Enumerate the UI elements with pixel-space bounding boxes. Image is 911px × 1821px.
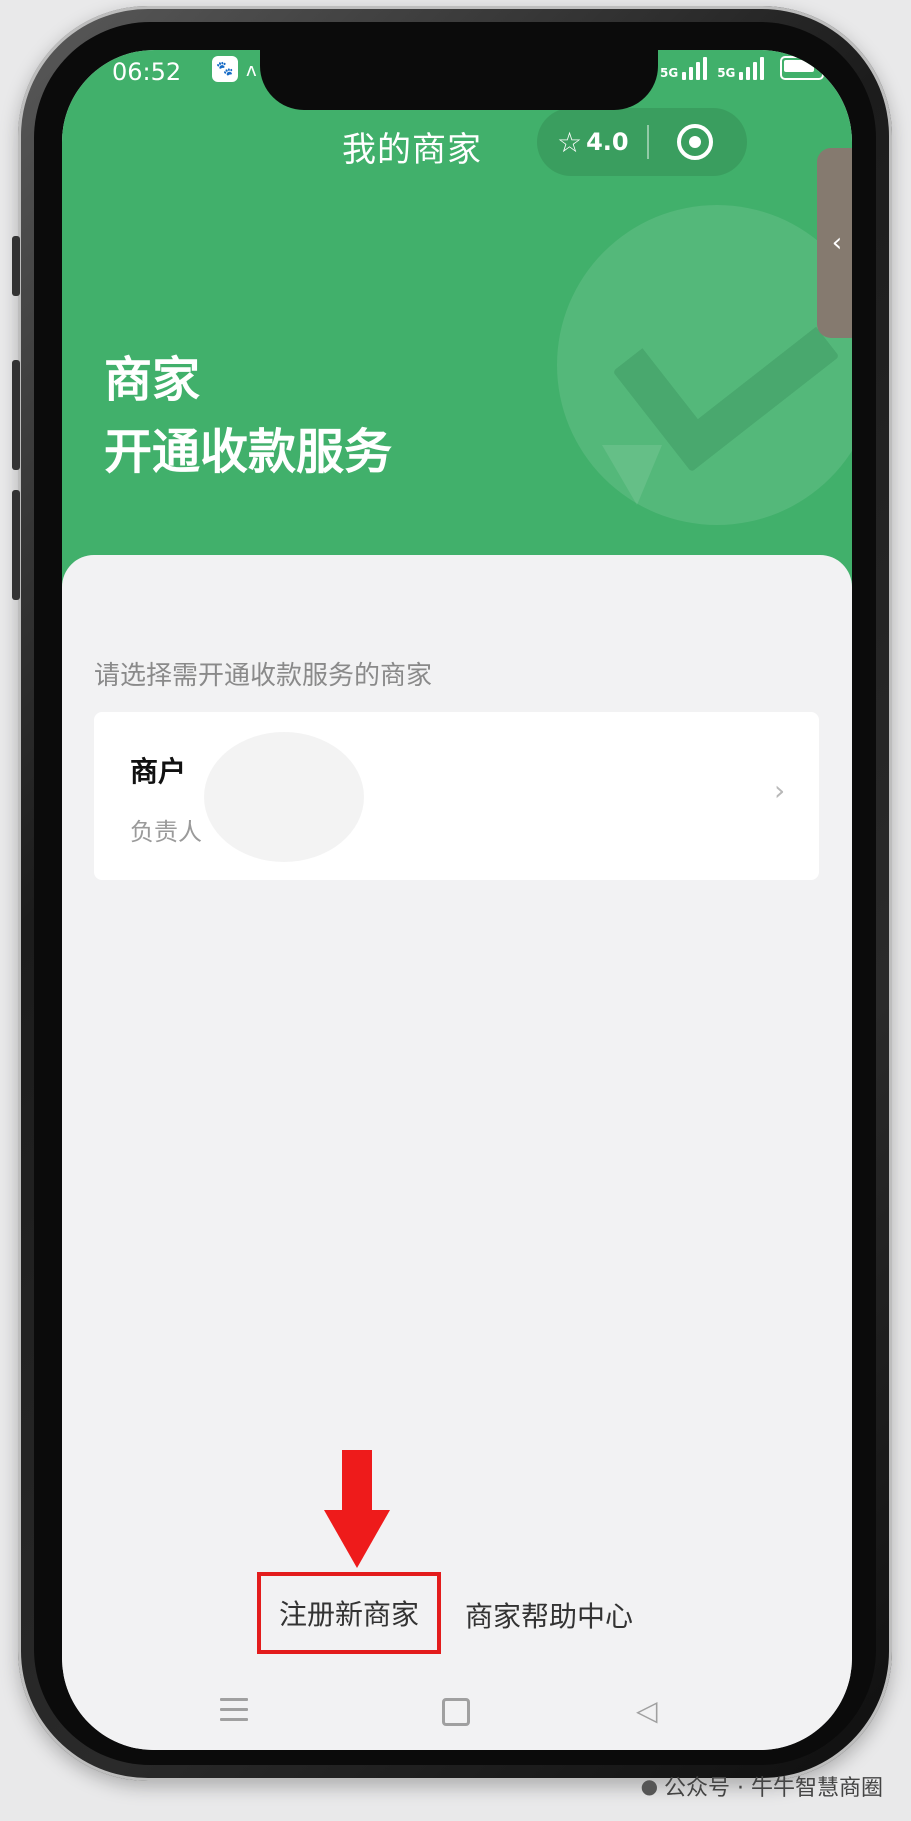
merchant-help-center-link[interactable]: 商家帮助中心 [465,1595,633,1635]
phone-screen: 06:52 🐾 ᴧ 5G 5G 我的商家 ☆ 4.0 ‹ 商家 开通收款服务 请… [62,50,852,1750]
merchant-name: 商户 [130,755,187,788]
network-label: 5G [660,66,679,80]
signal-icon [682,56,708,80]
merchant-select-hint: 请选择需开通收款服务的商家 [94,661,433,691]
baidu-app-icon: 🐾 [212,56,238,82]
side-button [12,490,20,600]
signal-icon [739,56,765,80]
chevron-right-icon: › [774,774,786,807]
side-button [12,236,20,296]
side-button [12,360,20,470]
merchant-card[interactable]: 商户 负责人 › [94,712,819,880]
wechat-icon: ● [640,1774,659,1798]
back-icon[interactable]: ◁ [636,1694,658,1727]
menu-icon[interactable] [220,1698,248,1722]
status-indicators: 5G 5G [660,56,829,80]
app-icon: ᴧ [246,60,257,81]
annotation-arrow-down-icon [324,1510,390,1568]
footer-credit-text: 公众号 · 牛牛智慧商圈 [664,1776,883,1801]
redaction-scribble [204,732,364,862]
register-new-merchant-link[interactable]: 注册新商家 [257,1572,441,1654]
status-time: 06:52 [112,58,182,86]
notch [260,50,658,110]
header-banner: 06:52 🐾 ᴧ 5G 5G 我的商家 ☆ 4.0 ‹ 商家 开通收款服务 [62,50,852,595]
hero-title-line2: 开通收款服务 [104,424,393,480]
annotation-arrow-shaft [342,1450,372,1512]
side-tab-chevron-left-icon[interactable]: ‹ [817,148,852,338]
capsule-divider [646,125,649,159]
network-label: 5G [717,66,736,80]
rating-value: 4.0 [586,128,629,156]
hero-title-line1: 商家 [104,352,201,408]
system-navigation-bar: ◁ [62,1690,852,1750]
star-icon[interactable]: ☆ [557,126,582,159]
footer-credit: ● 公众号 · 牛牛智慧商圈 [641,1770,883,1802]
mini-program-capsule[interactable]: ☆ 4.0 [537,108,747,176]
battery-icon [780,56,829,80]
home-icon[interactable] [442,1698,470,1726]
target-icon[interactable] [676,124,713,160]
watermark-tail [602,445,662,505]
merchant-owner-label: 负责人 [130,818,202,846]
